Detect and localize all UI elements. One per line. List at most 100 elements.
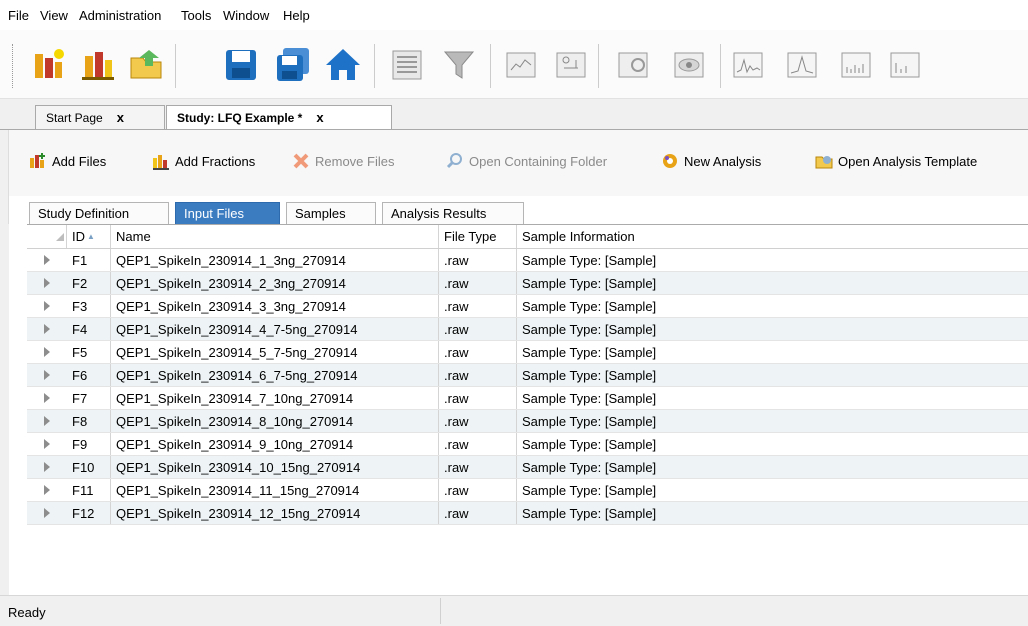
row-expand-icon[interactable]	[27, 295, 67, 317]
table-row[interactable]: F5 QEP1_SpikeIn_230914_5_7-5ng_270914 .raw…	[27, 341, 1028, 364]
tab-input-files[interactable]: Input Files	[175, 202, 280, 224]
menu-tools[interactable]: Tools	[181, 8, 211, 23]
open-analysis-template-button[interactable]: Open Analysis Template	[815, 152, 977, 170]
spectrum-viewer-icon[interactable]	[668, 44, 710, 86]
cell-sample-information[interactable]: Sample Type: [Sample]	[517, 341, 1028, 363]
cell-id[interactable]: F3	[67, 295, 111, 317]
remove-files-button[interactable]: Remove Files	[292, 152, 394, 170]
row-expand-icon[interactable]	[27, 502, 67, 524]
cell-id[interactable]: F8	[67, 410, 111, 432]
table-row[interactable]: F6 QEP1_SpikeIn_230914_6_7-5ng_270914 .raw…	[27, 364, 1028, 387]
tab-samples[interactable]: Samples	[286, 202, 376, 224]
cell-sample-information[interactable]: Sample Type: [Sample]	[517, 502, 1028, 524]
new-analysis-button[interactable]: New Analysis	[661, 152, 761, 170]
row-expand-icon[interactable]	[27, 479, 67, 501]
cell-sample-information[interactable]: Sample Type: [Sample]	[517, 249, 1028, 271]
row-expand-icon[interactable]	[27, 318, 67, 340]
row-expand-icon[interactable]	[27, 410, 67, 432]
menu-window[interactable]: Window	[223, 8, 269, 23]
cell-name[interactable]: QEP1_SpikeIn_230914_10_15ng_270914	[111, 456, 439, 478]
table-row[interactable]: F7 QEP1_SpikeIn_230914_7_10ng_270914 .raw S…	[27, 387, 1028, 410]
cell-id[interactable]: F12	[67, 502, 111, 524]
cell-sample-information[interactable]: Sample Type: [Sample]	[517, 387, 1028, 409]
tab-analysis-results[interactable]: Analysis Results	[382, 202, 524, 224]
cell-name[interactable]: QEP1_SpikeIn_230914_2_3ng_270914	[111, 272, 439, 294]
table-view-icon[interactable]	[386, 44, 428, 86]
cell-name[interactable]: QEP1_SpikeIn_230914_1_3ng_270914	[111, 249, 439, 271]
save-icon[interactable]	[220, 44, 262, 86]
cell-sample-information[interactable]: Sample Type: [Sample]	[517, 479, 1028, 501]
row-expand-icon[interactable]	[27, 364, 67, 386]
cell-id[interactable]: F7	[67, 387, 111, 409]
cell-id[interactable]: F10	[67, 456, 111, 478]
cell-sample-information[interactable]: Sample Type: [Sample]	[517, 318, 1028, 340]
chromatogram-icon[interactable]	[727, 44, 769, 86]
cell-name[interactable]: QEP1_SpikeIn_230914_7_10ng_270914	[111, 387, 439, 409]
column-header-file-type[interactable]: File Type	[439, 225, 517, 248]
row-expand-icon[interactable]	[27, 456, 67, 478]
table-row[interactable]: F10 QEP1_SpikeIn_230914_10_15ng_270914 .ra…	[27, 456, 1028, 479]
cell-sample-information[interactable]: Sample Type: [Sample]	[517, 364, 1028, 386]
home-icon[interactable]	[322, 44, 364, 86]
toolbar-grip[interactable]	[12, 44, 16, 88]
cell-file-type[interactable]: .raw	[439, 295, 517, 317]
table-row[interactable]: F8 QEP1_SpikeIn_230914_8_10ng_270914 .raw S…	[27, 410, 1028, 433]
cell-name[interactable]: QEP1_SpikeIn_230914_8_10ng_270914	[111, 410, 439, 432]
filter-icon[interactable]	[438, 44, 480, 86]
column-header-sample-information[interactable]: Sample Information	[517, 225, 1028, 248]
cell-sample-information[interactable]: Sample Type: [Sample]	[517, 456, 1028, 478]
add-files-button[interactable]: Add Files	[29, 152, 106, 170]
add-fractions-button[interactable]: Add Fractions	[152, 152, 255, 170]
cell-file-type[interactable]: .raw	[439, 410, 517, 432]
table-row[interactable]: F4 QEP1_SpikeIn_230914_4_7-5ng_270914 .raw…	[27, 318, 1028, 341]
cell-sample-information[interactable]: Sample Type: [Sample]	[517, 410, 1028, 432]
table-row[interactable]: F12 QEP1_SpikeIn_230914_12_15ng_270914 .ra…	[27, 502, 1028, 525]
cell-name[interactable]: QEP1_SpikeIn_230914_6_7-5ng_270914	[111, 364, 439, 386]
bar-chart-icon[interactable]	[835, 44, 877, 86]
table-row[interactable]: F11 QEP1_SpikeIn_230914_11_15ng_270914 .ra…	[27, 479, 1028, 502]
cell-name[interactable]: QEP1_SpikeIn_230914_3_3ng_270914	[111, 295, 439, 317]
row-expand-icon[interactable]	[27, 249, 67, 271]
cell-id[interactable]: F2	[67, 272, 111, 294]
table-row[interactable]: F2 QEP1_SpikeIn_230914_2_3ng_270914 .raw Sa…	[27, 272, 1028, 295]
cell-file-type[interactable]: .raw	[439, 433, 517, 455]
header-corner[interactable]	[27, 225, 67, 248]
save-all-icon[interactable]	[272, 44, 314, 86]
open-study-icon[interactable]	[125, 44, 167, 86]
tab-study-definition[interactable]: Study Definition	[29, 202, 169, 224]
row-expand-icon[interactable]	[27, 433, 67, 455]
column-header-name[interactable]: Name	[111, 225, 439, 248]
cell-file-type[interactable]: .raw	[439, 456, 517, 478]
row-expand-icon[interactable]	[27, 387, 67, 409]
peak-view-icon[interactable]	[781, 44, 823, 86]
close-icon[interactable]: x	[316, 110, 323, 125]
cell-file-type[interactable]: .raw	[439, 318, 517, 340]
cell-file-type[interactable]: .raw	[439, 272, 517, 294]
cell-file-type[interactable]: .raw	[439, 341, 517, 363]
menu-file[interactable]: File	[8, 8, 29, 23]
cell-name[interactable]: QEP1_SpikeIn_230914_4_7-5ng_270914	[111, 318, 439, 340]
chart-view-icon[interactable]	[500, 44, 542, 86]
tab-start-page[interactable]: Start Page x	[35, 105, 165, 129]
new-analysis-icon[interactable]	[77, 44, 119, 86]
table-row[interactable]: F3 QEP1_SpikeIn_230914_3_3ng_270914 .raw Sa…	[27, 295, 1028, 318]
spectrum-preview-icon[interactable]	[612, 44, 654, 86]
cell-id[interactable]: F6	[67, 364, 111, 386]
cell-name[interactable]: QEP1_SpikeIn_230914_5_7-5ng_270914	[111, 341, 439, 363]
cell-name[interactable]: QEP1_SpikeIn_230914_11_15ng_270914	[111, 479, 439, 501]
bar-chart-2-icon[interactable]	[884, 44, 926, 86]
cell-name[interactable]: QEP1_SpikeIn_230914_12_15ng_270914	[111, 502, 439, 524]
cell-sample-information[interactable]: Sample Type: [Sample]	[517, 295, 1028, 317]
menu-administration[interactable]: Administration	[79, 8, 161, 23]
cell-id[interactable]: F1	[67, 249, 111, 271]
cell-id[interactable]: F4	[67, 318, 111, 340]
open-containing-folder-button[interactable]: Open Containing Folder	[446, 152, 607, 170]
cell-name[interactable]: QEP1_SpikeIn_230914_9_10ng_270914	[111, 433, 439, 455]
cell-file-type[interactable]: .raw	[439, 502, 517, 524]
menu-help[interactable]: Help	[283, 8, 310, 23]
cell-sample-information[interactable]: Sample Type: [Sample]	[517, 433, 1028, 455]
cell-file-type[interactable]: .raw	[439, 387, 517, 409]
cell-sample-information[interactable]: Sample Type: [Sample]	[517, 272, 1028, 294]
cell-file-type[interactable]: .raw	[439, 249, 517, 271]
menu-view[interactable]: View	[40, 8, 68, 23]
